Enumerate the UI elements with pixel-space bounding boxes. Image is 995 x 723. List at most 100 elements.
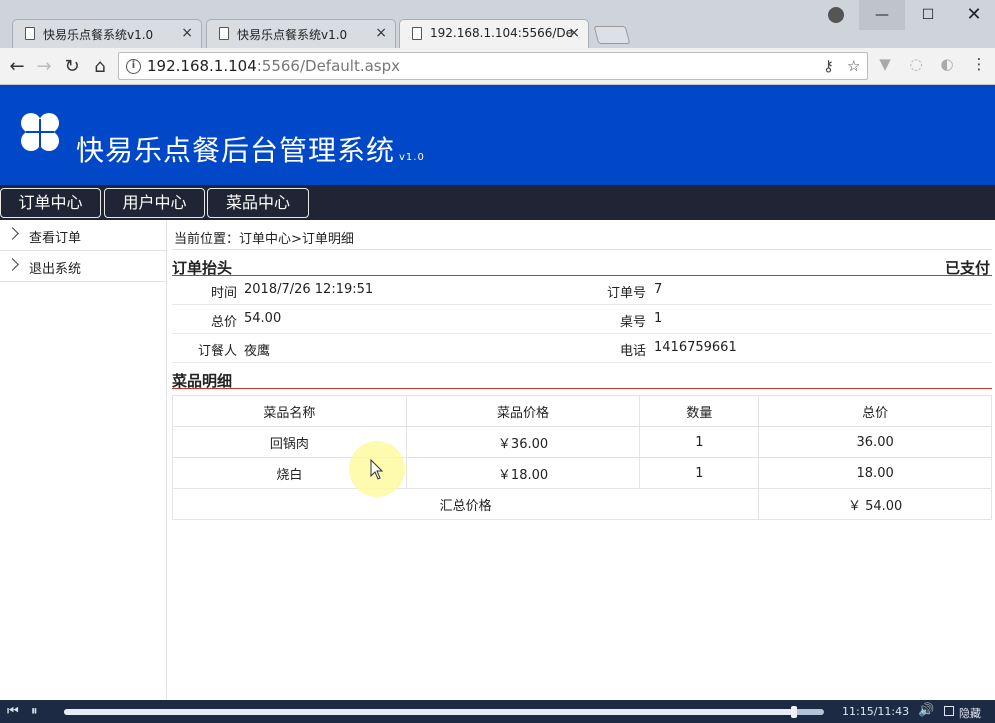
customer-value: 夜鹰 [244, 344, 271, 359]
dish-price: ￥18.00 [405, 457, 641, 489]
sidebar-item-label: 查看订单 [29, 231, 82, 246]
nav-order-center[interactable]: 订单中心 [0, 188, 101, 218]
table-summary-row: 汇总价格 ￥ 54.00 [171, 488, 992, 520]
new-tab-button[interactable] [593, 26, 631, 44]
close-window-button[interactable]: ✕ [951, 0, 995, 30]
dish-total: 36.00 [758, 426, 992, 458]
browser-tab-3[interactable]: 192.168.1.104:5566/De × [399, 19, 589, 48]
time-readout: 11:15/11:43 [842, 705, 910, 718]
items-table: 菜品名称 菜品价格 数量 总价 回锅肉 ￥36.00 1 36.00 烧白 ￥1… [171, 395, 992, 520]
extension-v-icon[interactable]: ▼ [876, 55, 894, 73]
page-icon [25, 27, 35, 40]
page-icon [219, 27, 229, 40]
site-banner: 快易乐点餐后台管理系统 v1.0 [0, 85, 995, 185]
info-row-customer: 订餐人 夜鹰 电话 1416759661 [172, 334, 992, 363]
progress-fill [64, 709, 794, 715]
nav-user-center[interactable]: 用户中心 [104, 188, 205, 218]
page-icon [412, 27, 422, 40]
brand-text: 快易乐点餐后台管理系统 [76, 134, 396, 167]
browser-tab-1[interactable]: 快易乐点餐系统v1.0 × [12, 19, 202, 48]
sidebar-item-logout[interactable]: 退出系统 [0, 251, 166, 282]
sidebar-item-view-orders[interactable]: 查看订单 [0, 220, 166, 251]
reload-icon[interactable]: ↻ [61, 56, 83, 77]
address-bar[interactable]: i 192.168.1.104:5566/Default.aspx ⚷ ☆ [118, 52, 868, 80]
progress-thumb[interactable] [790, 706, 797, 718]
home-icon[interactable]: ⌂ [89, 56, 111, 77]
brand-version: v1.0 [399, 152, 425, 163]
pause-icon[interactable]: ⏸ [31, 704, 38, 719]
order-no-value: 7 [654, 282, 663, 297]
forward-icon[interactable]: → [33, 56, 55, 77]
key-icon[interactable]: ⚷ [823, 57, 834, 75]
order-no-label: 订单号 [607, 286, 647, 301]
info-icon[interactable]: i [126, 59, 141, 74]
skip-back-icon[interactable]: ⏮ [7, 704, 19, 719]
menu-icon[interactable]: ⋮ [970, 55, 988, 73]
mouse-cursor-icon [370, 459, 384, 480]
url-path: :5566/Default.aspx [256, 57, 401, 75]
back-icon[interactable]: ← [6, 56, 28, 77]
browser-toolbar: ← → ↻ ⌂ i 192.168.1.104:5566/Default.asp… [0, 48, 995, 85]
chevron-right-icon [6, 227, 19, 240]
table-value: 1 [654, 311, 663, 326]
profile-icon[interactable] [828, 7, 844, 23]
extension-swirl-icon[interactable]: ◐ [938, 55, 956, 73]
tab-close-icon[interactable]: × [181, 25, 193, 41]
dish-qty: 1 [639, 426, 760, 458]
summary-label: 汇总价格 [171, 488, 760, 520]
tab-close-icon[interactable]: × [568, 25, 580, 41]
tab-title: 快易乐点餐系统v1.0 [43, 28, 154, 42]
url-host: 192.168.1.104 [147, 57, 257, 75]
dish-qty: 1 [639, 457, 760, 489]
browser-titlebar: 快易乐点餐系统v1.0 × 快易乐点餐系统v1.0 × 192.168.1.10… [0, 0, 995, 48]
extension-circle-icon[interactable]: ◌ [907, 55, 925, 73]
time-value: 2018/7/26 12:19:51 [244, 282, 374, 297]
clover-logo-icon [21, 113, 59, 151]
dish-total: 18.00 [758, 457, 992, 489]
column-header: 菜品名称 [172, 395, 407, 427]
order-header-title: 订单抬头 已支付 [172, 250, 992, 277]
sidebar-item-label: 退出系统 [29, 262, 82, 277]
dish-price: ￥36.00 [405, 426, 641, 458]
chevron-right-icon [6, 258, 19, 271]
tab-close-icon[interactable]: × [375, 25, 387, 41]
top-nav: 订单中心 用户中心 菜品中心 [0, 185, 995, 220]
column-header: 菜品价格 [405, 395, 641, 427]
summary-value: ￥ 54.00 [758, 488, 992, 520]
nav-dish-center[interactable]: 菜品中心 [207, 188, 309, 218]
browser-tab-2[interactable]: 快易乐点餐系统v1.0 × [206, 19, 396, 48]
table-label: 桌号 [620, 315, 647, 330]
url-text[interactable]: 192.168.1.104:5566/Default.aspx [147, 57, 400, 75]
column-header: 数量 [639, 395, 760, 427]
star-icon[interactable]: ☆ [847, 57, 860, 75]
main-content: 当前位置：订单中心>订单明细 订单抬头 已支付 时间 2018/7/26 12:… [171, 220, 992, 520]
section-title-text: 订单抬头 [172, 259, 233, 277]
breadcrumb: 当前位置：订单中心>订单明细 [172, 220, 992, 250]
tab-title: 192.168.1.104:5566/De [430, 26, 574, 40]
table-row: 回锅肉 ￥36.00 1 36.00 [172, 426, 992, 458]
table-row: 烧白 ￥18.00 1 18.00 [172, 457, 992, 489]
player-bar: ⏮ ⏸ 11:15/11:43 🔊 隐藏 [0, 700, 995, 723]
maximize-button[interactable]: ☐ [905, 0, 951, 30]
section-title-text: 菜品明细 [172, 372, 233, 390]
hide-label: 隐藏 [959, 707, 981, 720]
progress-track[interactable] [64, 706, 824, 718]
phone-value: 1416759661 [654, 340, 737, 355]
total-value: 54.00 [244, 311, 282, 326]
order-status: 已支付 [944, 259, 990, 277]
info-row-total: 总价 54.00 桌号 1 [172, 305, 992, 334]
brand-title: 快易乐点餐后台管理系统 v1.0 [76, 129, 425, 169]
items-title: 菜品明细 [172, 363, 992, 390]
customer-label: 订餐人 [198, 344, 238, 359]
tab-title: 快易乐点餐系统v1.0 [237, 28, 348, 42]
volume-icon[interactable]: 🔊 [918, 703, 934, 718]
sidebar: 查看订单 退出系统 [0, 220, 167, 700]
column-header: 总价 [758, 395, 992, 427]
time-label: 时间 [211, 286, 238, 301]
info-row-time: 时间 2018/7/26 12:19:51 订单号 7 [172, 276, 992, 305]
hide-checkbox[interactable] [944, 706, 954, 716]
phone-label: 电话 [620, 344, 647, 359]
table-header-row: 菜品名称 菜品价格 数量 总价 [172, 395, 992, 427]
total-label: 总价 [211, 315, 238, 330]
minimize-button[interactable]: — [859, 0, 905, 30]
